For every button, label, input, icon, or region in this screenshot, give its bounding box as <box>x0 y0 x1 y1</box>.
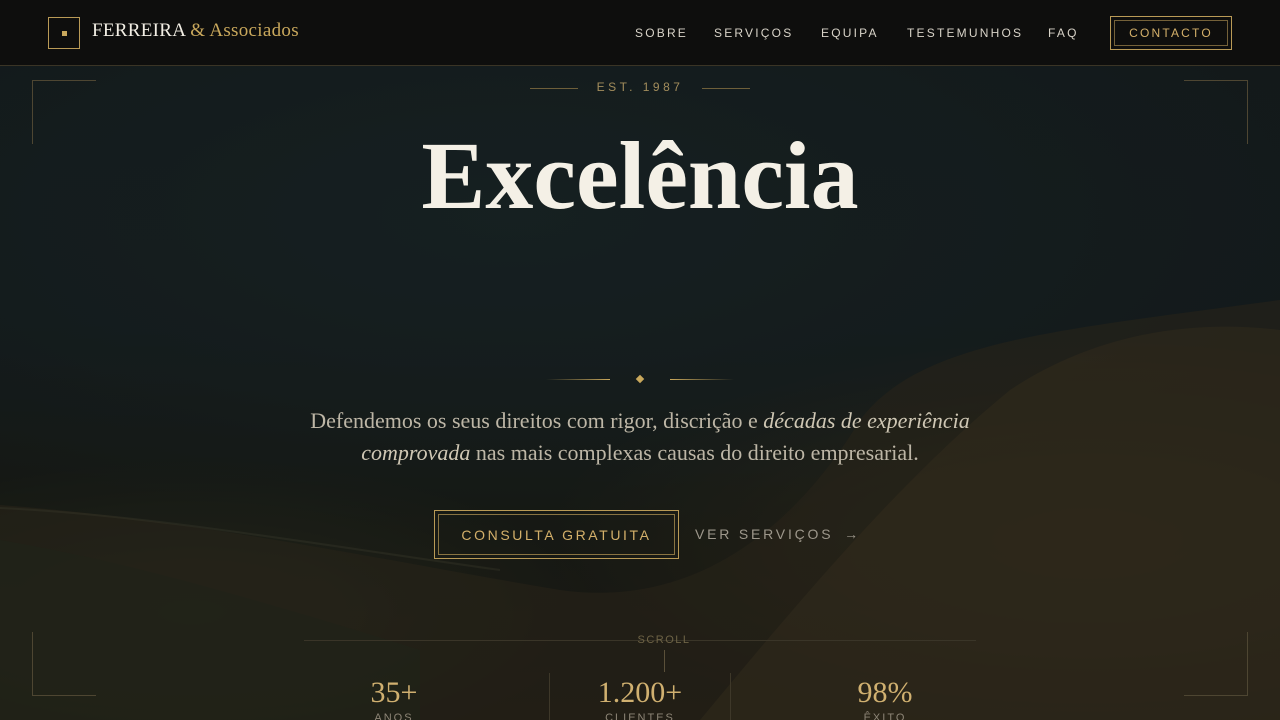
brand-logo[interactable]: FERREIRA & Associados <box>92 20 299 42</box>
hero-section: EST. 1987 Excelência Defendemos os seus … <box>0 0 1280 720</box>
ornament-line-right <box>670 379 734 380</box>
stat-label-years: ANOS <box>374 712 414 720</box>
brand-name: FERREIRA <box>92 20 186 41</box>
contact-button[interactable]: CONTACTO <box>1110 16 1232 50</box>
contact-button-label: CONTACTO <box>1129 26 1213 40</box>
ornament-line-left <box>546 379 610 380</box>
stat-value-success: 98% <box>857 676 913 709</box>
nav-link-sobre[interactable]: SOBRE <box>635 26 688 40</box>
established-label: EST. 1987 <box>596 80 684 94</box>
stat-label-clients: CLIENTES <box>605 712 675 720</box>
scroll-indicator-line <box>664 650 665 672</box>
nav-link-faq[interactable]: FAQ <box>1048 26 1079 40</box>
brand-suffix: & Associados <box>190 20 299 41</box>
free-consultation-button[interactable]: CONSULTA GRATUITA <box>434 510 679 559</box>
site-header: FERREIRA & Associados SOBRE SERVIÇOS EQU… <box>0 0 1280 66</box>
nav-link-servicos[interactable]: SERVIÇOS <box>714 26 793 40</box>
hero-headline: Excelência <box>421 122 859 229</box>
nav-link-testemunhos[interactable]: TESTEMUNHOS <box>907 26 1023 40</box>
nav-link-equipa[interactable]: EQUIPA <box>821 26 879 40</box>
stat-value-years: 35+ <box>370 676 418 709</box>
view-services-link[interactable]: VER SERVIÇOS → <box>695 526 858 542</box>
est-divider-right <box>702 88 750 89</box>
logo-mark-icon[interactable] <box>48 17 80 49</box>
stat-divider <box>730 673 731 720</box>
scroll-indicator[interactable]: SCROLL <box>624 634 704 646</box>
diamond-ornament-icon <box>635 374 645 384</box>
arrow-right-icon: → <box>844 526 859 542</box>
hero-description: Defendemos os seus direitos com rigor, d… <box>310 408 970 465</box>
cta-primary-label: CONSULTA GRATUITA <box>461 526 652 543</box>
stat-value-clients: 1.200+ <box>597 676 683 709</box>
stat-label-success: ÊXITO <box>863 712 907 720</box>
